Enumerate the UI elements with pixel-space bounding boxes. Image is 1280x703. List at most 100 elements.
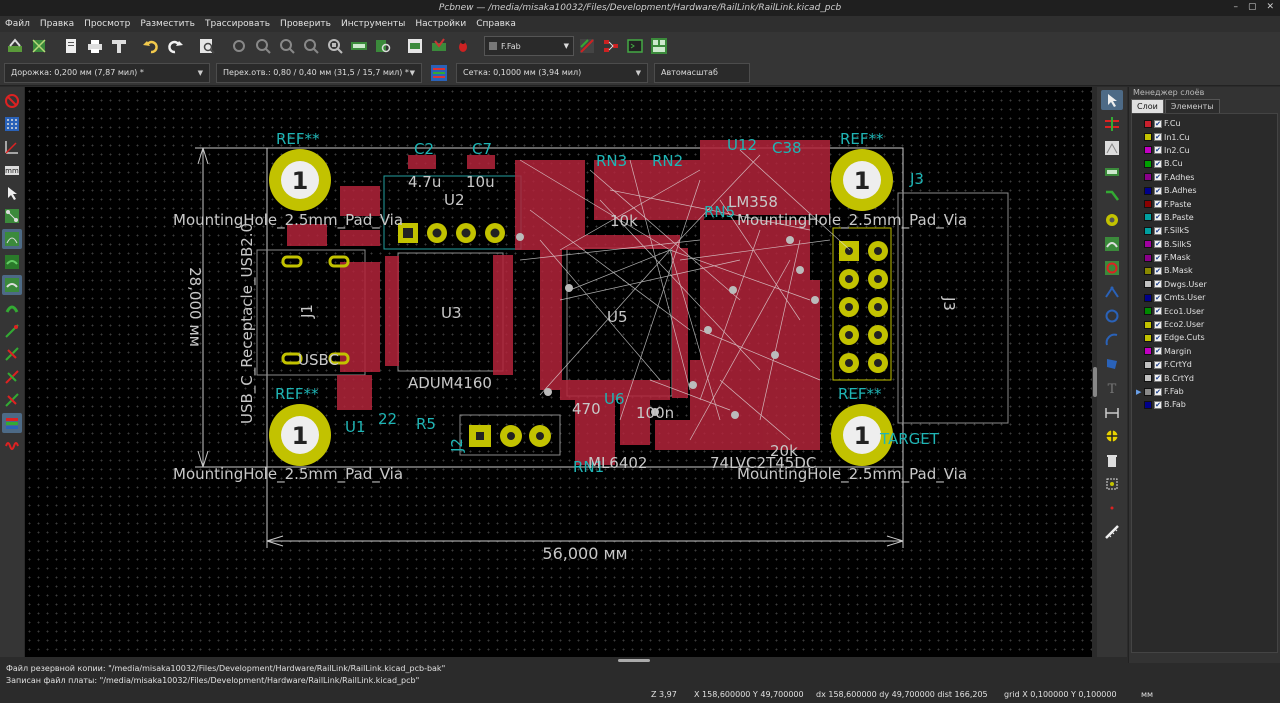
add-circle-icon[interactable]: [1101, 306, 1123, 326]
ratsnest-icon[interactable]: [2, 206, 22, 226]
pads-sketch-icon[interactable]: [2, 321, 22, 341]
via-size-select[interactable]: Перех.отв.: 0,80 / 0,40 мм (31,5 / 15,7 …: [216, 62, 422, 83]
layer-visibility-checkbox[interactable]: ✔: [1154, 387, 1162, 396]
layer-color-swatch[interactable]: [1144, 333, 1152, 342]
menu-inspect[interactable]: Проверить: [275, 19, 336, 29]
drc-off-icon[interactable]: [2, 91, 22, 111]
add-via-icon[interactable]: [1101, 210, 1123, 230]
layer-visibility-checkbox[interactable]: ✔: [1154, 293, 1162, 302]
layer-row[interactable]: ✔ B.SilkS: [1132, 238, 1277, 251]
undo-icon[interactable]: [140, 35, 162, 57]
footprint-editor-icon[interactable]: [28, 35, 50, 57]
board-setup-icon[interactable]: [4, 35, 26, 57]
layer-row[interactable]: ✔ F.CrtYd: [1132, 358, 1277, 371]
layer-visibility-checkbox[interactable]: ✔: [1154, 226, 1162, 235]
layer-row[interactable]: ✔ F.SilkS: [1132, 224, 1277, 237]
layer-row[interactable]: ✔ F.Paste: [1132, 197, 1277, 210]
vias-sketch-icon[interactable]: [2, 344, 22, 364]
layer-visibility-checkbox[interactable]: ✔: [1154, 213, 1162, 222]
layer-color-swatch[interactable]: [1144, 387, 1152, 396]
redo-icon[interactable]: [164, 35, 186, 57]
grid-toggle-icon[interactable]: [2, 114, 22, 134]
minimize-button[interactable]: –: [1233, 2, 1238, 12]
polar-coords-icon[interactable]: [2, 137, 22, 157]
layer-row[interactable]: ✔ B.Adhes: [1132, 184, 1277, 197]
menu-help[interactable]: Справка: [471, 19, 521, 29]
microwave-toolbar-icon[interactable]: [2, 436, 22, 456]
layer-row[interactable]: ▶ ✔ F.Fab: [1132, 385, 1277, 398]
layer-row[interactable]: ✔ In2.Cu: [1132, 144, 1277, 157]
grid-origin-icon[interactable]: [1101, 498, 1123, 518]
add-line-icon[interactable]: [1101, 282, 1123, 302]
zoom-in-icon[interactable]: [252, 35, 274, 57]
microwave-icon[interactable]: [648, 35, 670, 57]
layer-visibility-checkbox[interactable]: ✔: [1154, 133, 1162, 142]
cursor-shape-icon[interactable]: [2, 183, 22, 203]
read-netlist-icon[interactable]: [404, 35, 426, 57]
layer-row[interactable]: ✔ Margin: [1132, 345, 1277, 358]
layer-color-swatch[interactable]: [1144, 374, 1152, 383]
layer-color-swatch[interactable]: [1144, 186, 1152, 195]
layer-row[interactable]: ✔ F.Mask: [1132, 251, 1277, 264]
layer-row[interactable]: ✔ B.Paste: [1132, 211, 1277, 224]
zoom-select[interactable]: Автомасштаб: [654, 62, 750, 83]
maximize-button[interactable]: ▢: [1248, 2, 1257, 12]
high-contrast-icon[interactable]: [2, 390, 22, 410]
layer-color-swatch[interactable]: [1144, 253, 1152, 262]
layer-row[interactable]: ✔ B.Cu: [1132, 157, 1277, 170]
add-footprint-icon[interactable]: [1101, 162, 1123, 182]
layer-row[interactable]: ✔ B.CrtYd: [1132, 371, 1277, 384]
menu-file[interactable]: Файл: [0, 19, 35, 29]
layer-color-swatch[interactable]: [1144, 226, 1152, 235]
menu-preferences[interactable]: Настройки: [410, 19, 471, 29]
delete-icon[interactable]: [1101, 450, 1123, 470]
layer-row[interactable]: ✔ In1.Cu: [1132, 130, 1277, 143]
menu-edit[interactable]: Правка: [35, 19, 79, 29]
active-layer-select[interactable]: F.Fab ▼: [484, 36, 574, 56]
add-polygon-icon[interactable]: [1101, 354, 1123, 374]
add-dimension-icon[interactable]: [1101, 402, 1123, 422]
grid-select[interactable]: Сетка: 0,1000 мм (3,94 мил) ▼: [456, 62, 648, 83]
menu-route[interactable]: Трассировать: [200, 19, 275, 29]
layer-visibility-checkbox[interactable]: ✔: [1154, 200, 1162, 209]
message-panel-splitter[interactable]: [618, 659, 650, 662]
tab-items[interactable]: Элементы: [1164, 99, 1220, 113]
layer-visibility-checkbox[interactable]: ✔: [1154, 119, 1162, 128]
layer-color-swatch[interactable]: [1144, 280, 1152, 289]
layer-color-swatch[interactable]: [1144, 266, 1152, 275]
layer-row[interactable]: ✔ B.Fab: [1132, 398, 1277, 411]
module-ratsnest-icon[interactable]: [2, 229, 22, 249]
zoom-fit-icon[interactable]: [300, 35, 322, 57]
layer-visibility-checkbox[interactable]: ✔: [1154, 173, 1162, 182]
set-origin-icon[interactable]: [1101, 474, 1123, 494]
layer-color-swatch[interactable]: [1144, 360, 1152, 369]
layer-color-swatch[interactable]: [1144, 200, 1152, 209]
layer-row[interactable]: ✔ Eco2.User: [1132, 318, 1277, 331]
layer-color-swatch[interactable]: [1144, 213, 1152, 222]
highlight-net-icon[interactable]: [1101, 114, 1123, 134]
layer-color-swatch[interactable]: [1144, 320, 1152, 329]
tracks-sketch-icon[interactable]: [2, 367, 22, 387]
layer-visibility-checkbox[interactable]: ✔: [1154, 280, 1162, 289]
close-button[interactable]: ✕: [1266, 2, 1274, 12]
drc-icon[interactable]: [428, 35, 450, 57]
layer-color-swatch[interactable]: [1144, 307, 1152, 316]
units-mm-icon[interactable]: mm: [2, 160, 22, 180]
layer-visibility-checkbox[interactable]: ✔: [1154, 307, 1162, 316]
script-console-icon[interactable]: [624, 35, 646, 57]
add-target-icon[interactable]: [1101, 426, 1123, 446]
pad-icon[interactable]: [600, 35, 622, 57]
layer-visibility-checkbox[interactable]: ✔: [1154, 266, 1162, 275]
layer-row[interactable]: ✔ Dwgs.User: [1132, 278, 1277, 291]
layer-visibility-checkbox[interactable]: ✔: [1154, 240, 1162, 249]
layer-row[interactable]: ✔ Eco1.User: [1132, 304, 1277, 317]
menu-tools[interactable]: Инструменты: [336, 19, 410, 29]
plot-icon[interactable]: [108, 35, 130, 57]
layer-row[interactable]: ✔ Cmts.User: [1132, 291, 1277, 304]
layer-visibility-checkbox[interactable]: ✔: [1154, 146, 1162, 155]
select-tool-icon[interactable]: [1101, 90, 1123, 110]
layer-visibility-checkbox[interactable]: ✔: [1154, 347, 1162, 356]
layer-color-swatch[interactable]: [1144, 240, 1152, 249]
layer-color-swatch[interactable]: [1144, 119, 1152, 128]
zoom-selection-icon[interactable]: [324, 35, 346, 57]
